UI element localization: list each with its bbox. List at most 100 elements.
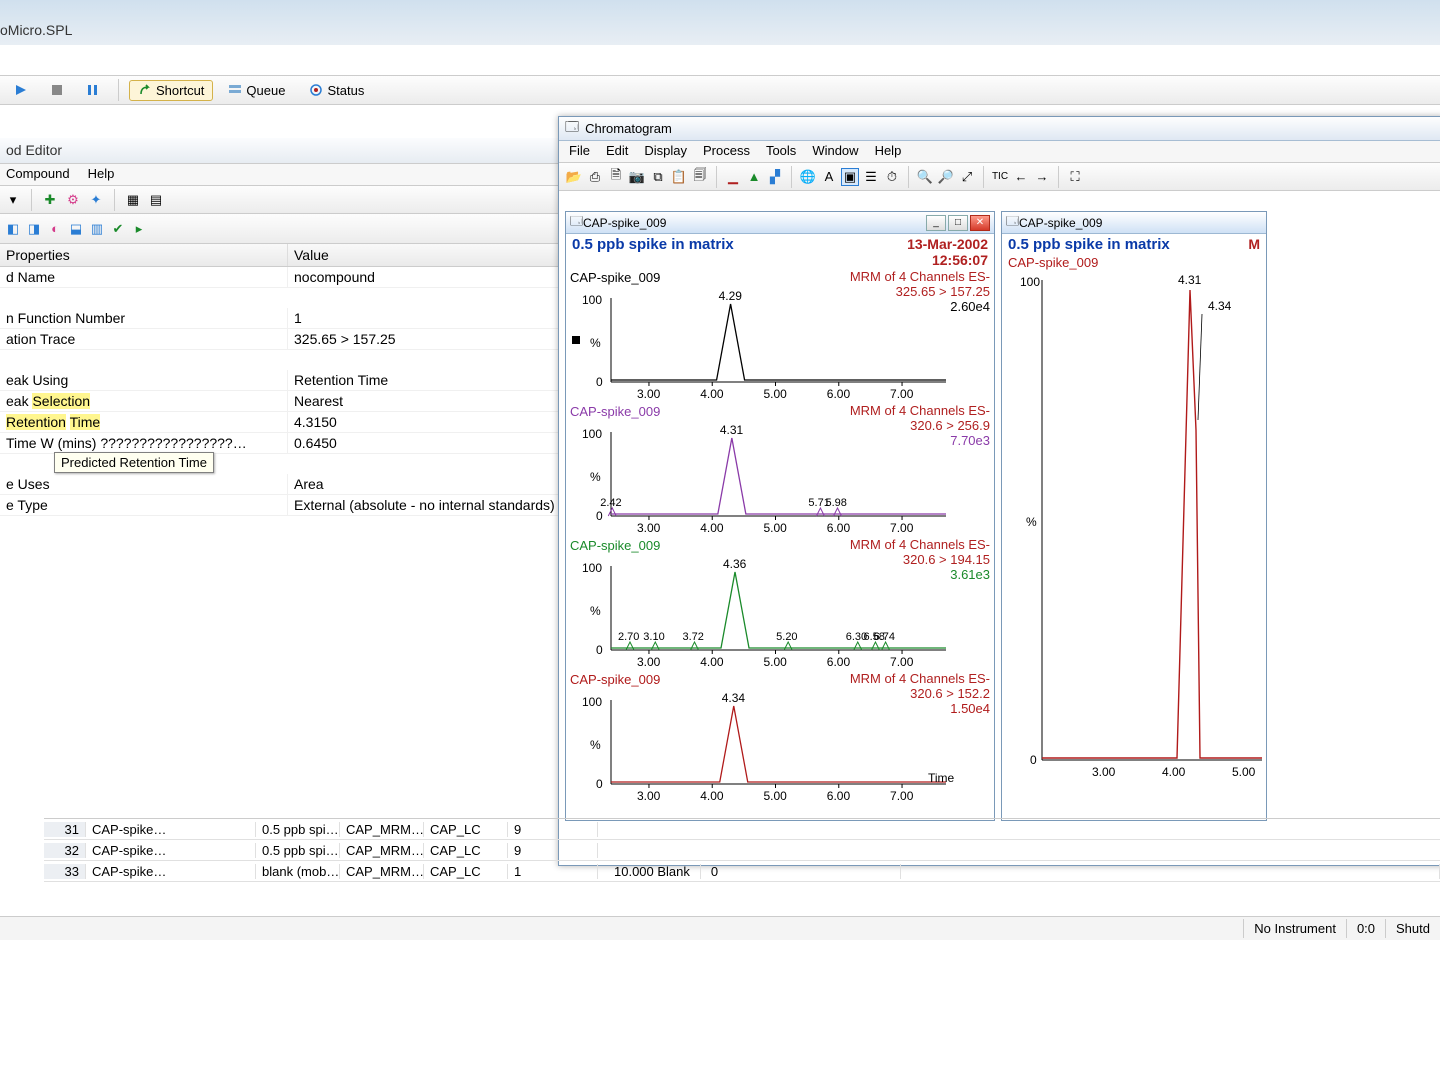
nav-fwd-icon[interactable]: → (1033, 168, 1051, 186)
toolbar-pause-button[interactable] (78, 81, 108, 99)
text-icon[interactable]: A (820, 168, 838, 186)
svg-text:%: % (1026, 515, 1037, 529)
status-bar: No Instrument 0:0 Shutd (0, 916, 1440, 940)
doc2-plot[interactable]: 100 % 0 3.00 4.00 5.00 4.31 4.34 (1002, 270, 1268, 810)
svg-text:0: 0 (596, 375, 603, 389)
svg-text:3.10: 3.10 (643, 631, 664, 643)
chart-peak-icon[interactable]: ▲ (745, 168, 763, 186)
doc1-minimize-button[interactable]: _ (926, 215, 946, 231)
toolbar-play-button[interactable] (6, 81, 36, 99)
property-row[interactable]: e TypeExternal (absolute - no internal s… (0, 495, 560, 516)
tic-icon[interactable]: TIC (991, 168, 1009, 186)
property-key: n Function Number (0, 308, 288, 328)
zoom-reset-icon[interactable]: ⤢ (958, 168, 976, 186)
doc1-titlebar[interactable]: 🗔 CAP-spike_009 _ □ ✕ (566, 212, 994, 234)
chart-bar-icon[interactable]: ▁ (724, 168, 742, 186)
toolbar-stop-button[interactable] (42, 81, 72, 99)
property-value: 0.6450 (288, 433, 560, 453)
tb2-icon-1[interactable]: ◧ (4, 220, 22, 238)
doc1-close-button[interactable]: ✕ (970, 215, 990, 231)
menu-help[interactable]: Help (875, 143, 902, 160)
property-row[interactable]: eak UsingRetention Time (0, 370, 560, 391)
compound-link-icon[interactable]: ✦ (87, 191, 105, 209)
table-row[interactable]: 32CAP-spike…0.5 ppb spi…CAP_MRM…CAP_LC9 (44, 840, 1440, 861)
menu-edit[interactable]: Edit (606, 143, 628, 160)
mrm-plot[interactable]: CAP-spike_009MRM of 4 Channels ES-325.65… (566, 270, 994, 404)
doc2-titlebar[interactable]: 🗔 CAP-spike_009 (1002, 212, 1266, 234)
chromatogram-toolbar: 📂 ⎙ 🗎 📷 ⧉ 📋 🗐 ▁ ▲ ▞ 🌐 A ▣ ☰ ⏱ 🔍 🔎 ⤢ TIC … (559, 163, 1440, 191)
table-row[interactable]: 31CAP-spike…0.5 ppb spi…CAP_MRM…CAP_LC9 (44, 819, 1440, 840)
compound-config-icon[interactable]: ⚙ (64, 191, 82, 209)
tb2-icon-4[interactable]: ⬓ (67, 220, 85, 238)
table-row[interactable]: 33CAP-spike…blank (mob…CAP_MRM…CAP_LC110… (44, 861, 1440, 882)
copy-icon[interactable]: ⧉ (649, 168, 667, 186)
status-button[interactable]: Status (300, 80, 373, 101)
sample-table[interactable]: 31CAP-spike…0.5 ppb spi…CAP_MRM…CAP_LC93… (44, 818, 1440, 886)
svg-text:2.70: 2.70 (618, 631, 639, 643)
chart-view-icon[interactable]: ▤ (147, 191, 165, 209)
compound-add-icon[interactable]: ✚ (41, 191, 59, 209)
zoom-in-icon[interactable]: 🔍 (916, 168, 934, 186)
editor-dropdown-icon[interactable]: ▾ (4, 191, 22, 209)
doc2-title: CAP-spike_009 (1019, 216, 1102, 230)
menu-file[interactable]: File (569, 143, 590, 160)
svg-text:6.74: 6.74 (874, 631, 895, 643)
queue-button[interactable]: Queue (219, 80, 294, 101)
property-row[interactable]: d Namenocompound (0, 267, 560, 288)
tb2-icon-3[interactable]: ◐ (46, 220, 64, 238)
config-icon[interactable]: ☰ (862, 168, 880, 186)
svg-text:0: 0 (1030, 753, 1037, 767)
timer-icon[interactable]: ⏱ (883, 168, 901, 186)
menu-process[interactable]: Process (703, 143, 750, 160)
svg-text:6.00: 6.00 (827, 789, 851, 803)
property-row[interactable]: e UsesArea (0, 474, 560, 495)
globe-icon[interactable]: 🌐 (799, 168, 817, 186)
chart-line-icon[interactable]: ▞ (766, 168, 784, 186)
chromatogram-titlebar[interactable]: 🗔 Chromatogram (559, 117, 1440, 141)
svg-text:4.00: 4.00 (700, 655, 724, 669)
print-preview-icon[interactable]: 🗎 (607, 168, 625, 186)
chromatogram-window: 🗔 Chromatogram File Edit Display Process… (558, 116, 1440, 866)
menu-display[interactable]: Display (644, 143, 687, 160)
property-row[interactable]: eak SelectionNearest (0, 391, 560, 412)
menu-window[interactable]: Window (812, 143, 858, 160)
property-row[interactable]: n Function Number1 (0, 308, 560, 329)
property-row[interactable]: Retention Time4.3150 (0, 412, 560, 433)
print-icon[interactable]: ⎙ (586, 168, 604, 186)
doc1-title: CAP-spike_009 (583, 216, 666, 230)
nav-back-icon[interactable]: ← (1012, 168, 1030, 186)
shortcut-button[interactable]: Shortcut (129, 80, 213, 101)
camera-icon[interactable]: 📷 (628, 168, 646, 186)
menu-tools[interactable]: Tools (766, 143, 796, 160)
tb2-icon-6[interactable]: ✔ (109, 220, 127, 238)
tb2-icon-2[interactable]: ◨ (25, 220, 43, 238)
svg-text:5.20: 5.20 (776, 631, 797, 643)
open-icon[interactable]: 📂 (565, 168, 583, 186)
paste-icon[interactable]: 📋 (670, 168, 688, 186)
status-label: Status (327, 83, 364, 98)
property-row[interactable]: ation Trace325.65 > 157.25 (0, 329, 560, 350)
table-view-icon[interactable]: ▦ (124, 191, 142, 209)
svg-text:4.36: 4.36 (723, 557, 747, 571)
properties-header: Properties Value (0, 244, 560, 267)
svg-text:%: % (590, 604, 601, 618)
property-row[interactable]: Time W (mins) ?????????????????…0.6450 (0, 433, 560, 454)
property-key: e Uses (0, 474, 288, 494)
tb2-icon-7[interactable]: ▸ (130, 220, 148, 238)
doc1-maximize-button[interactable]: □ (948, 215, 968, 231)
property-value: Retention Time (288, 370, 560, 390)
zoom-out-icon[interactable]: 🔎 (937, 168, 955, 186)
fullscreen-icon[interactable]: ⛶ (1066, 168, 1084, 186)
mrm-plot[interactable]: CAP-spike_009MRM of 4 Channels ES-320.6 … (566, 672, 994, 806)
doc1-desc-text: 0.5 ppb spike in matrix (572, 236, 734, 268)
svg-text:4.00: 4.00 (1162, 765, 1186, 779)
status-time: 0:0 (1346, 919, 1385, 938)
menu-compound[interactable]: Compound (6, 166, 70, 183)
menu-help-editor[interactable]: Help (88, 166, 115, 183)
clip-icon[interactable]: 🗐 (691, 168, 709, 186)
mrm-plot[interactable]: CAP-spike_009MRM of 4 Channels ES-320.6 … (566, 538, 994, 672)
tb2-icon-5[interactable]: ▥ (88, 220, 106, 238)
doc1-description: 0.5 ppb spike in matrix 13-Mar-200212:56… (566, 234, 994, 270)
mrm-plot[interactable]: CAP-spike_009MRM of 4 Channels ES-320.6 … (566, 404, 994, 538)
window-tile-icon[interactable]: ▣ (841, 168, 859, 186)
